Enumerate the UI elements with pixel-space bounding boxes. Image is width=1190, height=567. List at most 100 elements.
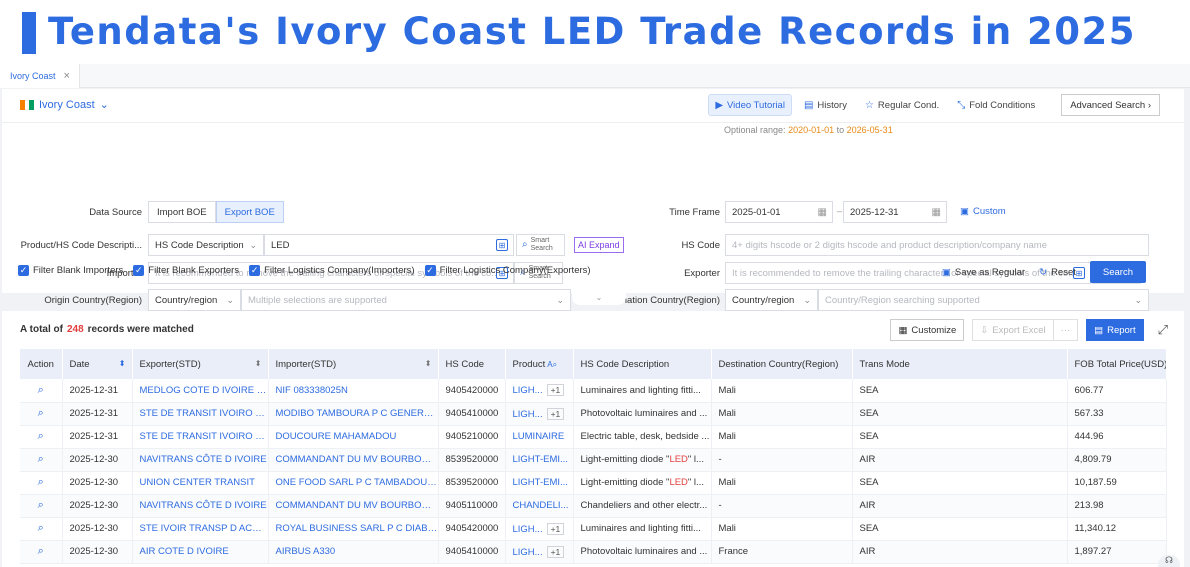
search-icon[interactable]: ⌕	[38, 384, 44, 396]
sort-icon[interactable]: ⬍	[255, 359, 262, 368]
filter-logistics-exporters-checkbox[interactable]: ✓ Filter Logistics Company(Exporters)	[424, 265, 591, 276]
table-row[interactable]: ⌕ 2025-12-30 STE IVOIR TRANSP D ACC ... ROY…	[20, 517, 1167, 541]
col-exporter[interactable]: Exporter(STD) ⬍	[132, 349, 269, 379]
table-row[interactable]: ⌕ 2025-12-31 STE DE TRANSIT IVOIRO B... MOD…	[20, 402, 1167, 426]
fullscreen-icon[interactable]: ⤢	[1158, 322, 1168, 338]
table-row[interactable]: ⌕ 2025-12-30 NAVITRANS CÔTE D IVOIRE COMMAN…	[20, 448, 1167, 472]
reset-label: Reset	[1051, 266, 1076, 278]
reset-button[interactable]: ↻ Reset	[1039, 267, 1076, 278]
cell-exporter[interactable]: MEDLOG COTE D IVOIRE S A	[132, 379, 269, 403]
cell-importer[interactable]: COMMANDANT DU MV BOURBON E...	[268, 448, 439, 472]
sort-icon[interactable]: ⬍	[425, 359, 432, 368]
cell-exporter[interactable]: NAVITRANS CÔTE D IVOIRE	[132, 494, 269, 518]
video-tutorial-button[interactable]: ▶ Video Tutorial	[708, 94, 792, 116]
search-icon[interactable]: ⌕	[38, 476, 44, 488]
smart-search-label: Smart Search	[530, 237, 553, 252]
cell-exporter[interactable]: STE IVOIR TRANSP D ACC ...	[132, 517, 269, 541]
search-icon[interactable]: ⌕	[38, 522, 44, 534]
table-row[interactable]: ⌕ 2025-12-31 MEDLOG COTE D IVOIRE S A NIF 0…	[20, 379, 1167, 403]
sort-icon[interactable]: ⬍	[119, 359, 126, 368]
cell-importer[interactable]: AIRBUS A330	[268, 540, 439, 564]
cell-trans-mode: AIR	[852, 448, 1068, 472]
cell-product[interactable]: LUMINAIRE	[505, 425, 574, 449]
export-boe-option[interactable]: Export BOE	[215, 201, 284, 223]
search-icon[interactable]: ⌕	[38, 499, 44, 511]
cell-exporter[interactable]: STE DE TRANSIT IVOIRO B...	[132, 425, 269, 449]
cell-product[interactable]: LIGH... +1	[505, 402, 574, 426]
collapse-toggle[interactable]: ⌄	[572, 293, 626, 305]
search-icon[interactable]: ⌕	[38, 453, 44, 465]
cell-importer[interactable]: DOUCOURE MAHAMADOU	[268, 425, 439, 449]
cell-importer[interactable]: COMMANDANT DU MV BOURBON E...	[268, 494, 439, 518]
cell-exporter[interactable]: STE DE TRANSIT IVOIRO B...	[132, 402, 269, 426]
more-products-badge[interactable]: +1	[546, 384, 565, 397]
cell-product[interactable]: CHANDELI...	[505, 494, 574, 518]
hs-code-input[interactable]: 4+ digits hscode or 2 digits hscode and …	[725, 234, 1149, 256]
cell-fob: 606.77	[1067, 379, 1167, 403]
translate-icon[interactable]: A⌕	[547, 360, 557, 369]
cell-product[interactable]: LIGH... +1	[505, 517, 574, 541]
filter-logistics-importers-checkbox[interactable]: ✓ Filter Logistics Company(Importers)	[249, 265, 415, 276]
close-icon[interactable]: ×	[64, 70, 70, 82]
cell-product[interactable]: LIGH... +1	[505, 379, 574, 403]
table-row[interactable]: ⌕ 2025-12-30 UNION CENTER TRANSIT ONE FOOD …	[20, 471, 1167, 495]
cell-importer[interactable]: MODIBO TAMBOURA P C GENERAL ...	[268, 402, 439, 426]
advanced-search-button[interactable]: Advanced Search ›	[1061, 94, 1160, 116]
save-as-regular-button[interactable]: ▣ Save as Regular	[942, 267, 1025, 278]
dest-type-select[interactable]: Country/region ⌄	[725, 289, 818, 311]
cell-exporter[interactable]: AIR COTE D IVOIRE	[132, 540, 269, 564]
origin-type-select[interactable]: Country/region ⌄	[148, 289, 241, 311]
table-row[interactable]: ⌕ 2025-12-31 STE DE TRANSIT IVOIRO B... DOU…	[20, 425, 1167, 449]
cell-importer[interactable]: ONE FOOD SARL P C TAMBADOU B...	[268, 471, 439, 495]
headset-icon[interactable]: ☊	[1158, 555, 1180, 567]
smart-search-button[interactable]: ⌕ Smart Search	[516, 234, 565, 256]
cell-importer[interactable]: ROYAL BUSINESS SARL P C DIABY ...	[268, 517, 439, 541]
exporter-label: Exporter	[684, 268, 720, 279]
search-icon[interactable]: ⌕	[38, 407, 44, 419]
more-products-badge[interactable]: +1	[546, 545, 565, 558]
more-products-badge[interactable]: +1	[546, 407, 565, 420]
customize-button[interactable]: ▦ Customize	[890, 319, 965, 341]
custom-button[interactable]: ▣ Custom	[960, 206, 1006, 217]
export-excel-button[interactable]: ⇩ Export Excel	[972, 319, 1054, 341]
product-input[interactable]: LED ⊞	[264, 234, 514, 256]
scan-icon[interactable]: ⊞	[496, 239, 508, 251]
filter-blank-exporters-checkbox[interactable]: ✓ Filter Blank Exporters	[133, 265, 239, 276]
cell-product[interactable]: LIGHT-EMI...	[505, 448, 574, 472]
search-icon[interactable]: ⌕	[38, 430, 44, 442]
fold-conditions-button[interactable]: ⤡ Fold Conditions	[951, 94, 1041, 116]
cell-product[interactable]: LIGH... +1	[505, 540, 574, 564]
regular-cond-button[interactable]: ☆ Regular Cond.	[859, 94, 945, 116]
cell-product[interactable]: LIGHT-EMI...	[505, 471, 574, 495]
cell-hs-code: 9405210000	[438, 425, 506, 449]
table-row[interactable]: ⌕ 2025-12-30 NAVITRANS CÔTE D IVOIRE COMMAN…	[20, 494, 1167, 518]
product-value: LED	[271, 239, 290, 251]
history-button[interactable]: ▤ History	[798, 94, 853, 116]
col-date[interactable]: Date ⬍	[62, 349, 133, 379]
tab-ivory-coast[interactable]: Ivory Coast ×	[0, 64, 80, 88]
top-toolbar: ▶ Video Tutorial ▤ History ☆ Regular Con…	[708, 94, 1160, 116]
destination-country-input[interactable]: Country/Region searching supported ⌄	[818, 289, 1149, 311]
report-button[interactable]: ▤ Report	[1086, 319, 1144, 341]
origin-country-input[interactable]: Multiple selections are supported ⌄	[241, 289, 571, 311]
import-boe-option[interactable]: Import BOE	[148, 201, 216, 223]
table-row[interactable]: ⌕ 2025-12-30 AIR COTE D IVOIRE AIRBUS A330 9…	[20, 540, 1167, 564]
filter-blank-importers-checkbox[interactable]: ✓ Filter Blank Importers	[18, 265, 123, 276]
ai-expand-button[interactable]: AI Expand	[574, 237, 624, 253]
time-end-field[interactable]: 2025-12-31 ▦	[843, 201, 947, 223]
data-source-toggle: Import BOE Export BOE	[148, 201, 284, 223]
product-text: LIGH...	[512, 546, 543, 558]
country-selector[interactable]: Ivory Coast ⌄	[20, 98, 109, 111]
more-button[interactable]: ···	[1052, 319, 1079, 341]
cell-exporter[interactable]: UNION CENTER TRANSIT	[132, 471, 269, 495]
time-start-field[interactable]: 2025-01-01 ▦	[725, 201, 833, 223]
filter-label: Filter Blank Exporters	[148, 265, 240, 276]
more-products-badge[interactable]: +1	[546, 522, 565, 535]
cell-exporter[interactable]: NAVITRANS CÔTE D IVOIRE	[132, 448, 269, 472]
col-importer[interactable]: Importer(STD) ⬍	[268, 349, 439, 379]
product-type-select[interactable]: HS Code Description ⌄	[148, 234, 264, 256]
cell-destination: Mali	[711, 517, 853, 541]
search-icon[interactable]: ⌕	[38, 545, 44, 557]
cell-importer[interactable]: NIF 083338025N	[268, 379, 439, 403]
search-button[interactable]: Search	[1089, 261, 1146, 283]
